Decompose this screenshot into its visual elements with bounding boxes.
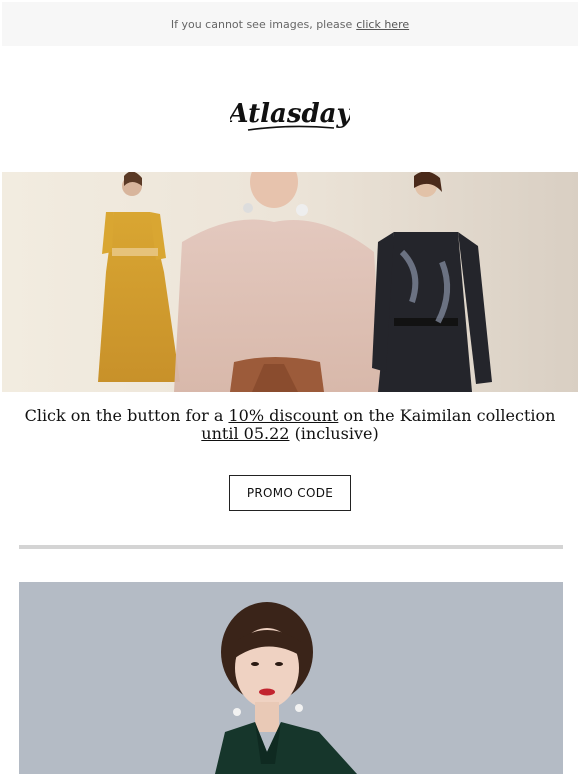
promo-message: Click on the button for a 10% discount o… — [0, 407, 580, 443]
atlasday-logo-mark: Atlasday — [230, 99, 350, 131]
until-date-link[interactable]: until 05.22 — [201, 424, 289, 443]
promo-line2-suffix: (inclusive) — [294, 424, 379, 443]
click-here-link[interactable]: click here — [356, 18, 409, 31]
hero-banner[interactable] — [2, 172, 578, 392]
brand-logo[interactable]: Atlasday — [0, 86, 580, 146]
preheader-text: If you cannot see images, please — [170, 17, 353, 31]
promo-line1-suffix: on the Kaimilan collection — [343, 406, 556, 425]
product-photo[interactable] — [19, 582, 563, 774]
promo-code-button[interactable]: PROMO CODE — [229, 475, 351, 511]
section-divider — [19, 545, 563, 549]
promo-line1-prefix: Click on the button for a — [24, 406, 224, 425]
preheader-bar: If you cannot see images, please click h… — [2, 2, 578, 46]
logo-text: Atlasday — [230, 99, 350, 129]
hero-banner-image — [2, 172, 578, 392]
discount-link[interactable]: 10% discount — [228, 406, 338, 425]
product-photo-image — [19, 582, 563, 774]
